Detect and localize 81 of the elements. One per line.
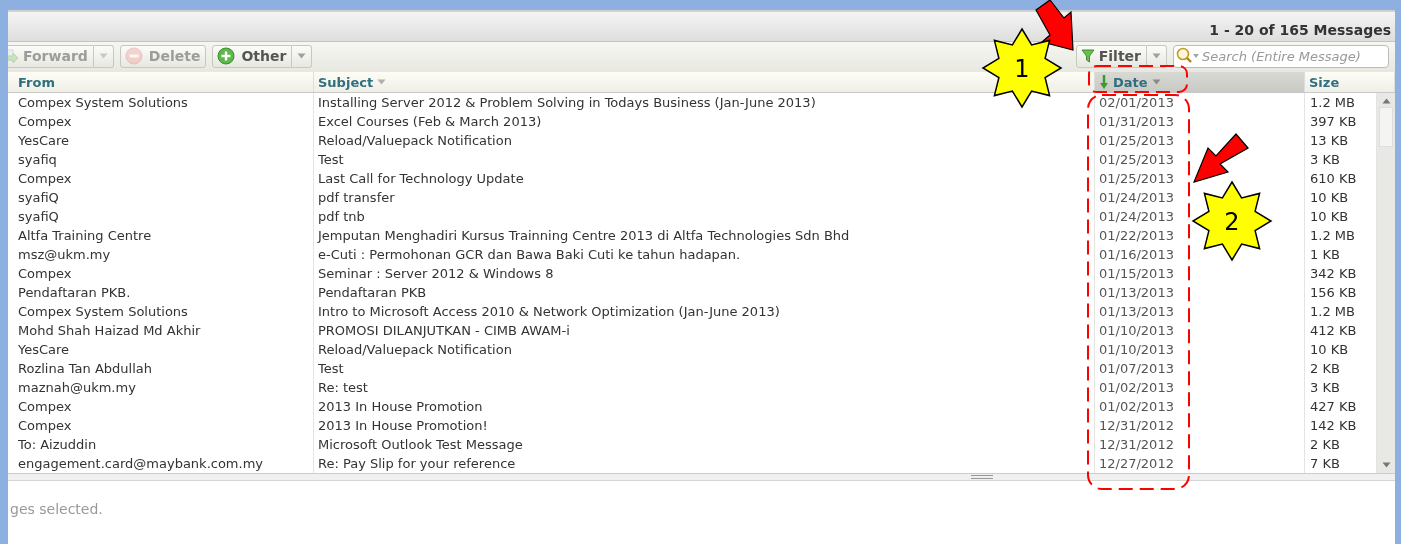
table-cell: 01/10/2013 (1095, 321, 1305, 340)
table-cell: Last Call for Technology Update (314, 169, 1095, 188)
table-cell: 12/31/2012 (1095, 435, 1305, 454)
header-label: Size (1309, 74, 1340, 90)
table-cell: 01/13/2013 (1095, 283, 1305, 302)
arrow-drawing (1192, 133, 1249, 183)
other-button[interactable]: Other (212, 44, 293, 68)
header-label: Subject (318, 74, 374, 90)
table-cell: YesCare (8, 340, 314, 359)
arrow-drawing (1035, 0, 1074, 51)
header-label: Date (1113, 74, 1148, 90)
table-cell: Compex (8, 416, 314, 435)
header-label: From (18, 74, 55, 90)
table-cell: Microsoft Outlook Test Message (314, 435, 1095, 454)
table-cell: 01/15/2013 (1095, 264, 1305, 283)
search-field[interactable]: Search (Entire Message) (1173, 44, 1389, 68)
table-cell: Compex (8, 169, 314, 188)
table-cell: pdf tnb (314, 207, 1095, 226)
table-cell: syafiq (8, 150, 314, 169)
table-cell: e-Cuti : Permohonan GCR dan Bawa Baki Cuti ke tahun hadapan. (314, 245, 1095, 264)
table-cell: 12/31/2012 (1095, 416, 1305, 435)
table-cell: 01/07/2013 (1095, 359, 1305, 378)
column-header[interactable]: From (8, 72, 314, 92)
dropdown-button[interactable] (1147, 44, 1167, 68)
table-cell: Test (314, 150, 1095, 169)
table-cell: Compex (8, 264, 314, 283)
table-cell: syafiQ (8, 188, 314, 207)
table-cell: Compex System Solutions (8, 93, 314, 112)
table-cell: 2013 In House Promotion (314, 397, 1095, 416)
table-cell: Intro to Microsoft Access 2010 & Network Optimization (Jan-June 2013) (314, 302, 1095, 321)
splitter-handle-icon (970, 475, 993, 479)
dropdown-button[interactable] (292, 44, 313, 68)
column-header[interactable]: Size (1305, 72, 1395, 92)
plus-circle-icon (217, 47, 238, 65)
search-icon (1176, 47, 1200, 65)
table-cell: Compex (8, 112, 314, 131)
table-cell: maznah@ukm.my (8, 378, 314, 397)
message-count: 1 - 20 of 165 Messages (1209, 21, 1391, 38)
caret-icon (1152, 53, 1161, 59)
star-badge: 1 (981, 27, 1063, 109)
down-arrow-icon (1099, 74, 1109, 90)
table-cell: 01/02/2013 (1095, 378, 1305, 397)
table-cell: Re: test (314, 378, 1095, 397)
table-cell: engagement.card@maybank.com.my (8, 454, 314, 473)
table-cell: Compex (8, 397, 314, 416)
table-cell: YesCare (8, 131, 314, 150)
table-cell: syafiQ (8, 207, 314, 226)
table-cell: Jemputan Menghadiri Kursus Trainning Centre 2013 di Altfa Technologies Sdn Bhd (314, 226, 1095, 245)
table-cell: msz@ukm.my (8, 245, 314, 264)
scroll-up-icon (1381, 98, 1391, 104)
table-cell: 12/27/2012 (1095, 454, 1305, 473)
column-header[interactable]: Date (1095, 72, 1305, 92)
table-cell: 01/10/2013 (1095, 340, 1305, 359)
filter-button[interactable]: Filter (1075, 44, 1147, 68)
table-cell: Seminar : Server 2012 & Windows 8 (314, 264, 1095, 283)
scrollbar[interactable] (1377, 93, 1395, 473)
table-cell: Reload/Valuepack Notification (314, 131, 1095, 150)
table-cell: pdf transfer (314, 188, 1095, 207)
table-cell: 2013 In House Promotion! (314, 416, 1095, 435)
table-cell: Compex System Solutions (8, 302, 314, 321)
table-cell: 01/31/2013 (1095, 112, 1305, 131)
table-cell: Altfa Training Centre (8, 226, 314, 245)
table-cell: 02/01/2013 (1095, 93, 1305, 112)
caret-icon (297, 53, 307, 59)
status-message: ges selected. (10, 501, 103, 517)
table-cell: Rozlina Tan Abdullah (8, 359, 314, 378)
minus-circle-icon (124, 47, 145, 65)
table-cell: 01/13/2013 (1095, 302, 1305, 321)
table-cell: Re: Pay Slip for your reference (314, 454, 1095, 473)
table-cell: Mohd Shah Haizad Md Akhir (8, 321, 314, 340)
table-cell: Pendaftaran PKB (314, 283, 1095, 302)
table-cell: Reload/Valuepack Notification (314, 340, 1095, 359)
table-cell: PROMOSI DILANJUTKAN - CIMB AWAM-i (314, 321, 1095, 340)
table-cell: Test (314, 359, 1095, 378)
caret-icon (98, 53, 108, 59)
table-cell: To: Aizuddin (8, 435, 314, 454)
funnel-icon (1080, 49, 1095, 63)
scroll-down-icon (1381, 462, 1391, 468)
table-cell: Excel Courses (Feb & March 2013) (314, 112, 1095, 131)
table-cell: Pendaftaran PKB. (8, 283, 314, 302)
table-cell: 01/02/2013 (1095, 397, 1305, 416)
